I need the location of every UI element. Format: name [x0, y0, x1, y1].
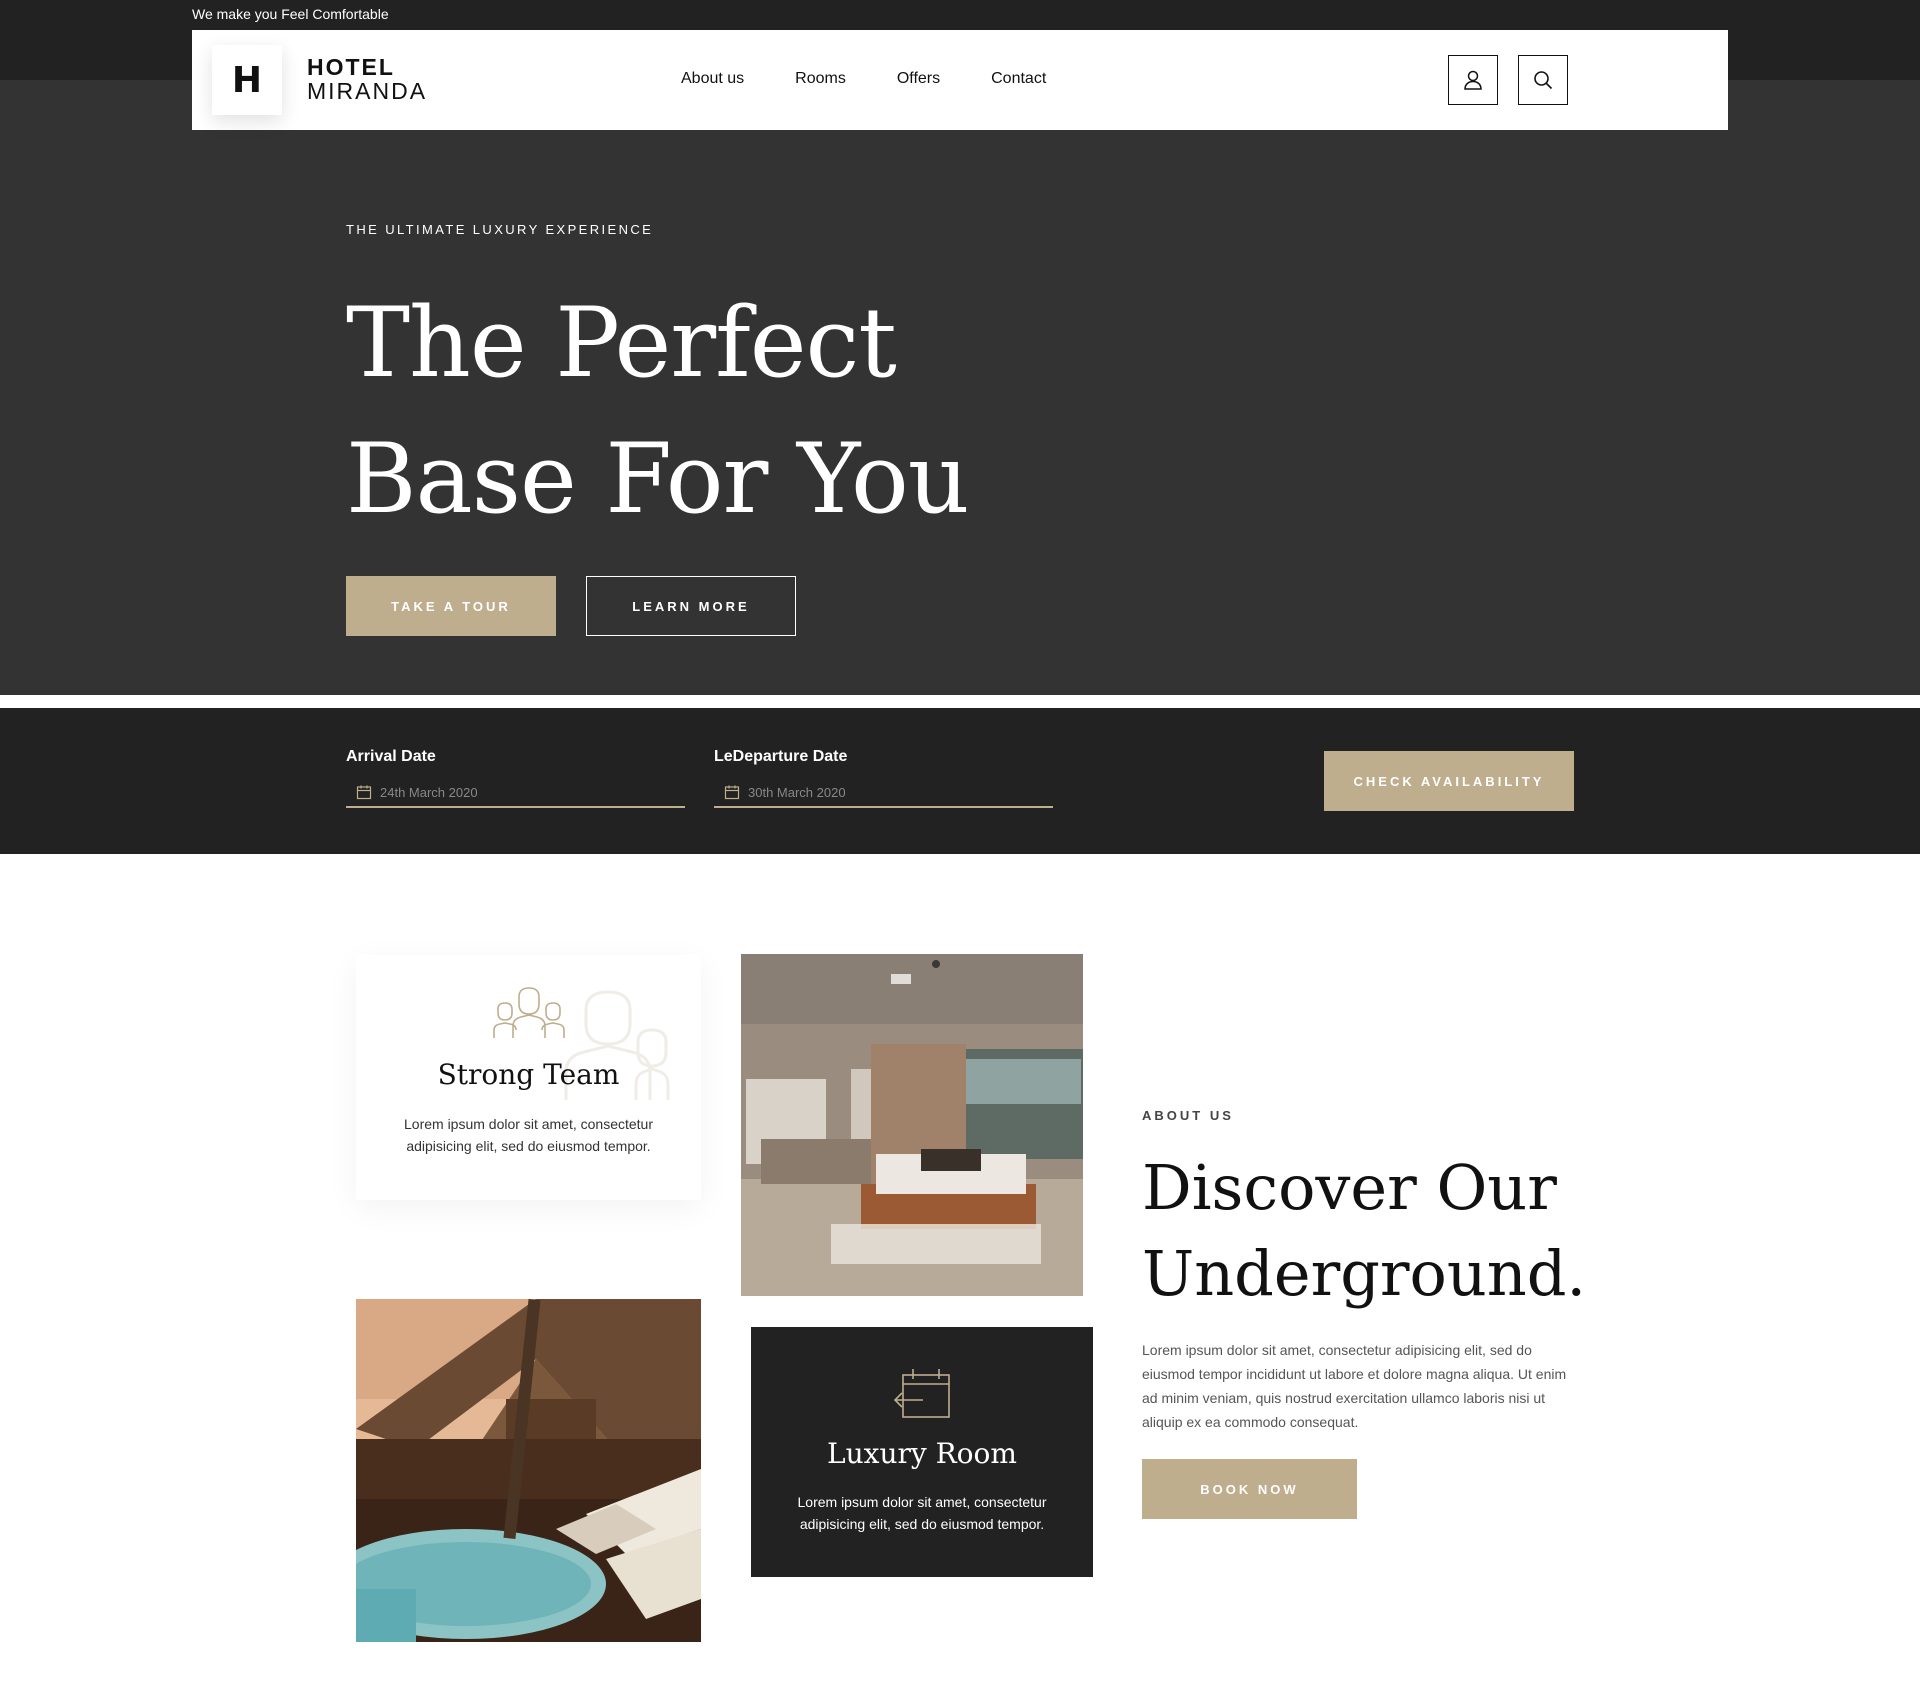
- room-card-title: Luxury Room: [827, 1437, 1017, 1470]
- arrival-date-value: 24th March 2020: [380, 784, 478, 800]
- about-eyebrow: ABOUT US: [1142, 1108, 1234, 1123]
- booking-bar: Arrival Date 24th March 2020 LeDeparture…: [0, 708, 1920, 854]
- about-title: Discover Our Underground.: [1142, 1145, 1586, 1317]
- nav-item-rooms[interactable]: Rooms: [795, 70, 846, 88]
- team-icon: [493, 987, 565, 1038]
- team-card-title: Strong Team: [437, 1058, 620, 1091]
- about-title-line-1: Discover Our: [1142, 1151, 1557, 1224]
- nav-item-about-us[interactable]: About us: [681, 70, 744, 88]
- account-button[interactable]: [1448, 55, 1498, 105]
- logo-mark[interactable]: H: [212, 45, 282, 115]
- bedroom-photo: [741, 954, 1083, 1296]
- feature-card-team: Strong Team Lorem ipsum dolor sit amet, …: [356, 955, 701, 1200]
- room-card-text: Lorem ipsum dolor sit amet, consectetur …: [797, 1494, 1047, 1532]
- nav-item-contact[interactable]: Contact: [991, 70, 1046, 88]
- arrival-date-label: Arrival Date: [346, 748, 436, 765]
- user-icon: [1464, 70, 1482, 90]
- departure-date-label: LeDeparture Date: [714, 748, 848, 765]
- take-a-tour-button[interactable]: TAKE A TOUR: [346, 576, 556, 636]
- calendar-icon: [724, 785, 740, 800]
- arrival-date-field[interactable]: 24th March 2020: [346, 778, 685, 808]
- about-text: Lorem ipsum dolor sit amet, consectetur …: [1142, 1342, 1567, 1430]
- hero-title: The Perfect Base For You: [346, 275, 970, 547]
- nav-item-offers[interactable]: Offers: [897, 70, 940, 88]
- learn-more-button[interactable]: LEARN MORE: [586, 576, 796, 636]
- calendar-icon: [356, 785, 372, 800]
- logo-line-1: HOTEL: [307, 54, 395, 80]
- check-availability-button[interactable]: CHECK AVAILABILITY: [1324, 751, 1574, 811]
- topbar-tagline: We make you Feel Comfortable: [192, 6, 389, 22]
- hero-title-line-2: Base For You: [346, 423, 970, 535]
- site-header: H HOTEL MIRANDA About us Rooms Offers Co…: [192, 30, 1728, 130]
- search-button[interactable]: [1518, 55, 1568, 105]
- main-nav: About us Rooms Offers Contact: [681, 70, 1046, 88]
- departure-date-field[interactable]: 30th March 2020: [714, 778, 1053, 808]
- resort-photo: [356, 1299, 701, 1642]
- logo-line-2: MIRANDA: [307, 78, 428, 104]
- logo-wordmark[interactable]: HOTEL MIRANDA: [307, 55, 427, 103]
- departure-date-value: 30th March 2020: [748, 784, 846, 800]
- book-now-button[interactable]: BOOK NOW: [1142, 1459, 1357, 1519]
- search-icon: [1534, 71, 1553, 90]
- hero-eyebrow: THE ULTIMATE LUXURY EXPERIENCE: [346, 222, 654, 237]
- feature-card-room: Luxury Room Lorem ipsum dolor sit amet, …: [751, 1327, 1093, 1577]
- hero-title-line-1: The Perfect: [346, 287, 897, 399]
- about-title-line-2: Underground.: [1142, 1237, 1587, 1310]
- team-card-text: Lorem ipsum dolor sit amet, consectetur …: [404, 1116, 653, 1154]
- room-calendar-icon: [893, 1369, 950, 1418]
